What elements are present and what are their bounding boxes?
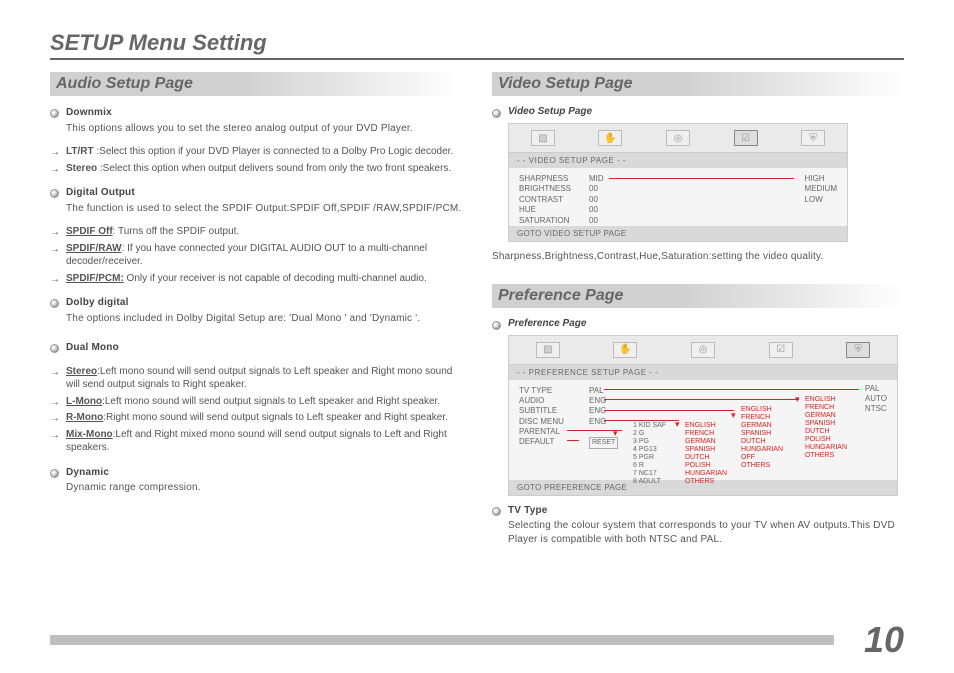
pref-subheading: Preference Page xyxy=(492,318,904,329)
item-tvtype: TV Type Selecting the colour system that… xyxy=(492,504,904,547)
osd-tabs: ▧ ✋ ◎ ☑ ⛨ xyxy=(509,124,847,153)
osd-tab-icon: ▧ xyxy=(531,130,555,146)
osd-tab-icon: ✋ xyxy=(598,130,622,146)
video-osd-options: HIGH MEDIUM LOW xyxy=(805,174,837,205)
osd-tab-icon: ◎ xyxy=(666,130,690,146)
digital-title: Digital Output xyxy=(66,186,462,200)
digital-s3: →SPDIF/PCM: Only if your receiver is not… xyxy=(50,272,462,286)
downmix-s1: →LT/RT :Select this option if your DVD P… xyxy=(50,145,462,159)
osd-tab-icon-active: ☑ xyxy=(734,130,758,146)
item-dynamic: Dynamic Dynamic range compression. xyxy=(50,466,462,495)
downmix-body: This options allows you to set the stere… xyxy=(66,123,413,134)
footer-bar xyxy=(50,635,834,645)
parental-list: 1 KID SAF 2 G 3 PG 4 PG13 5 PGR 6 R 7 NC… xyxy=(633,422,666,486)
video-osd-footer: GOTO VIDEO SETUP PAGE xyxy=(509,226,847,241)
item-downmix: Downmix This options allows you to set t… xyxy=(50,106,462,135)
page-number: 10 xyxy=(864,619,904,661)
video-body: Sharpness,Brightness,Contrast,Hue,Satura… xyxy=(492,250,904,264)
osd-row: HUE00 xyxy=(519,205,837,215)
dualmono-s4: →Mix-Mono:Left and Right mixed mono soun… xyxy=(50,428,462,455)
tvtype-title: TV Type xyxy=(508,504,904,518)
tvtype-body: Selecting the colour system that corresp… xyxy=(508,520,895,545)
digital-s2: →SPDIF/RAW: If you have connected your D… xyxy=(50,242,462,269)
osd-row: TV TYPEPAL xyxy=(519,386,887,396)
audio-heading: Audio Setup Page xyxy=(50,72,462,96)
osd-tab-icon: ✋ xyxy=(613,342,637,358)
pref-heading: Preference Page xyxy=(492,284,904,308)
item-dualmono: Dual Mono xyxy=(50,341,462,355)
item-digital: Digital Output The function is used to s… xyxy=(50,186,462,215)
digital-s1: →SPDIF Off: Turns off the SPDIF output. xyxy=(50,225,462,239)
tv-type-options: PAL AUTO NTSC xyxy=(865,384,887,415)
digital-body: The function is used to select the SPDIF… xyxy=(66,203,461,214)
left-column: Audio Setup Page Downmix This options al… xyxy=(50,72,462,556)
dualmono-title: Dual Mono xyxy=(66,341,462,355)
osd-tab-icon-active: ⛨ xyxy=(846,342,870,358)
video-osd: ▧ ✋ ◎ ☑ ⛨ - - VIDEO SETUP PAGE - - SHARP… xyxy=(508,123,848,242)
osd-row: CONTRAST00 xyxy=(519,195,837,205)
lang-list-1: ENGLISH FRENCH GERMAN SPANISH DUTCH POLI… xyxy=(685,422,727,486)
lang-list-3: ENGLISH FRENCH GERMAN SPANISH DUTCH POLI… xyxy=(805,396,847,460)
lang-list-2: ENGLISH FRENCH GERMAN SPANISH DUTCH HUNG… xyxy=(741,406,783,470)
dynamic-body: Dynamic range compression. xyxy=(66,482,201,493)
page-title: SETUP Menu Setting xyxy=(50,30,904,60)
pref-osd-header: - - PREFERENCE SETUP PAGE - - xyxy=(509,365,897,380)
dualmono-s1: →Stereo:Left mono sound will send output… xyxy=(50,365,462,392)
osd-tabs: ▧ ✋ ◎ ☑ ⛨ xyxy=(509,336,897,365)
video-subheading: Video Setup Page xyxy=(492,106,904,117)
dualmono-s3: →R-Mono:Right mono sound will send outpu… xyxy=(50,411,462,425)
footer: 10 xyxy=(50,625,904,655)
osd-tab-icon: ◎ xyxy=(691,342,715,358)
dualmono-s2: →L-Mono:Left mono sound will send output… xyxy=(50,395,462,409)
video-heading: Video Setup Page xyxy=(492,72,904,96)
dynamic-title: Dynamic xyxy=(66,466,462,480)
osd-row: BRIGHTNESS00 xyxy=(519,184,837,194)
dolby-body: The options included in Dolby Digital Se… xyxy=(66,313,420,324)
item-dolby: Dolby digital The options included in Do… xyxy=(50,296,462,325)
pref-osd: ▧ ✋ ◎ ☑ ⛨ - - PREFERENCE SETUP PAGE - - … xyxy=(508,335,898,496)
osd-row: SATURATION00 xyxy=(519,216,837,226)
osd-tab-icon: ▧ xyxy=(536,342,560,358)
osd-tab-icon: ☑ xyxy=(769,342,793,358)
osd-tab-icon: ⛨ xyxy=(801,130,825,146)
osd-row: SHARPNESSMID xyxy=(519,174,837,184)
video-osd-header: - - VIDEO SETUP PAGE - - xyxy=(509,153,847,168)
downmix-s2: →Stereo :Select this option when output … xyxy=(50,162,462,176)
right-column: Video Setup Page Video Setup Page ▧ ✋ ◎ … xyxy=(492,72,904,556)
dolby-title: Dolby digital xyxy=(66,296,462,310)
downmix-title: Downmix xyxy=(66,106,462,120)
